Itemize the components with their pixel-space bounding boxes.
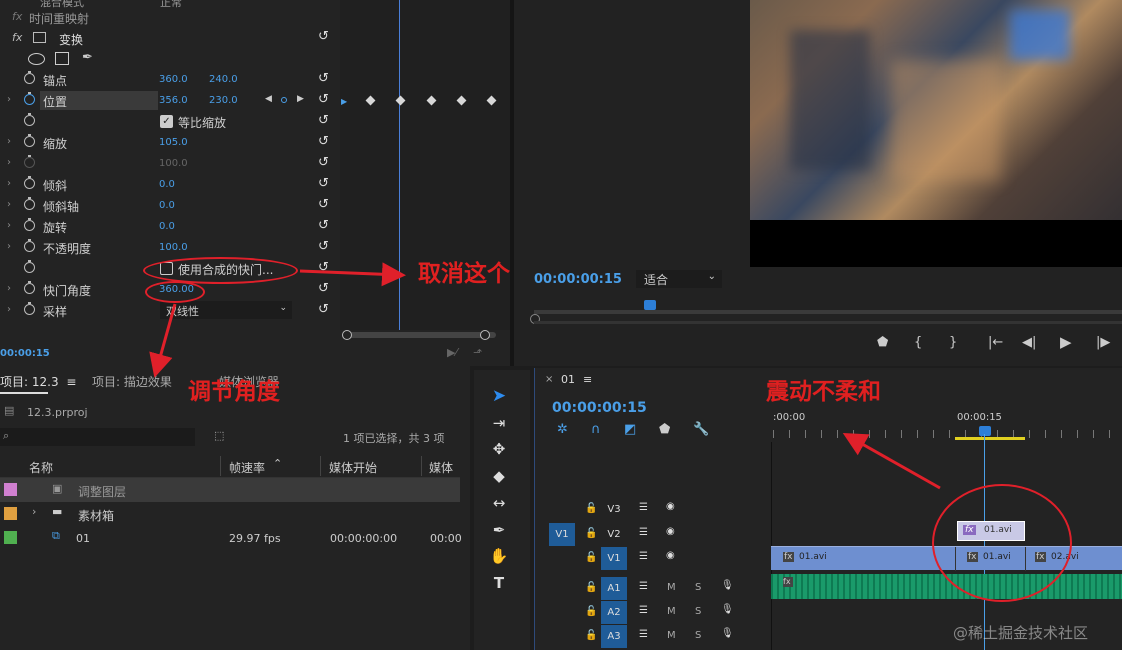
- annotation-cancel: 取消这个: [418, 261, 510, 287]
- annotation-arrow: [149, 303, 177, 378]
- annotation-arrow: [299, 262, 406, 287]
- annotation-shake: 震动不柔和: [766, 379, 881, 405]
- annotation-arrow: [842, 433, 941, 490]
- annotation-adjust: 调节角度: [188, 379, 280, 405]
- watermark: @稀土掘金技术社区: [953, 624, 1089, 642]
- annotation-arrows: [149, 262, 941, 490]
